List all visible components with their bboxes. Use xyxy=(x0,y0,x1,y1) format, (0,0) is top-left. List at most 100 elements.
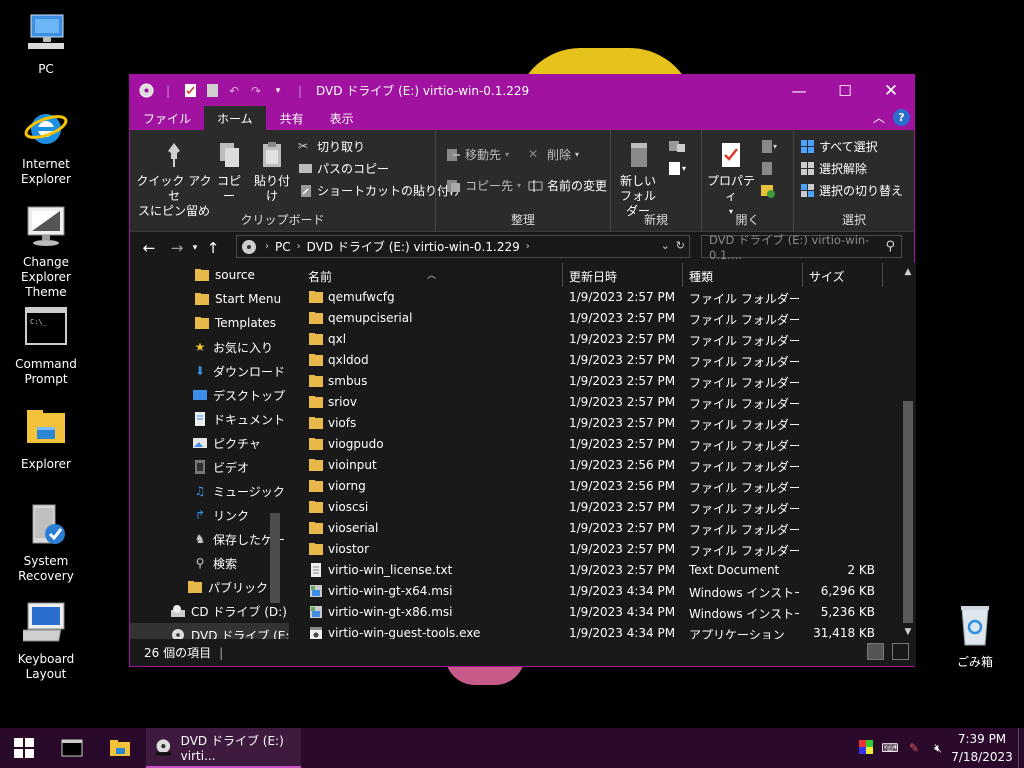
rename-button[interactable]: 名前の変更 xyxy=(528,175,607,195)
table-row[interactable]: qemufwcfg 1/9/2023 2:57 PM ファイル フォルダー xyxy=(289,287,900,308)
open-button[interactable]: ▾ xyxy=(760,136,777,156)
cut-button[interactable]: ✂ 切り取り xyxy=(298,136,365,156)
table-row[interactable]: virtio-win_license.txt 1/9/2023 2:57 PM Te… xyxy=(289,560,900,581)
nav-item[interactable]: ⚲ 検索 xyxy=(130,551,289,575)
delete-button[interactable]: ✕ 削除 ▾ xyxy=(528,144,579,164)
details-view-icon[interactable] xyxy=(867,643,884,660)
column-header-size[interactable]: サイズ xyxy=(809,268,845,285)
address-dropdown-icon[interactable]: ⌄ xyxy=(661,239,670,252)
table-row[interactable]: viorng 1/9/2023 2:56 PM ファイル フォルダー xyxy=(289,476,900,497)
nav-item[interactable]: ビデオ xyxy=(130,455,289,479)
search-input[interactable]: DVD ドライブ (E:) virtio-win-0.1.... ⚲ xyxy=(701,233,902,262)
table-row[interactable]: qxldod 1/9/2023 2:57 PM ファイル フォルダー xyxy=(289,350,900,371)
properties-button[interactable]: プロパティ ▾ xyxy=(704,140,758,219)
table-row[interactable]: vioinput 1/9/2023 2:56 PM ファイル フォルダー xyxy=(289,455,900,476)
nav-item[interactable]: デスクトップ xyxy=(130,383,289,407)
table-row[interactable]: vioscsi 1/9/2023 2:57 PM ファイル フォルダー xyxy=(289,497,900,518)
scroll-up-icon[interactable]: ▲ xyxy=(900,267,916,277)
nav-item[interactable]: ピクチャ xyxy=(130,431,289,455)
collapse-ribbon-icon[interactable]: ︿ xyxy=(873,109,885,126)
desktop-icon-command-prompt[interactable]: C:\_ Command Prompt xyxy=(0,305,92,387)
table-row[interactable]: vioserial 1/9/2023 2:57 PM ファイル フォルダー xyxy=(289,518,900,539)
desktop-icon-internet-explorer[interactable]: Internet Explorer xyxy=(0,105,92,187)
explorer-window[interactable]: | ↶ ↷ ▾ | DVD ドライブ (E:) virtio-win-0.1.2… xyxy=(129,74,916,667)
column-header-date[interactable]: 更新日時 xyxy=(569,268,617,285)
forward-arrow-icon[interactable]: → xyxy=(166,239,188,257)
scroll-down-icon[interactable]: ▼ xyxy=(900,627,916,637)
invert-selection-button[interactable]: 選択の切り替え xyxy=(800,180,903,200)
navigation-pane[interactable]: source Start Menu Templates ★ お気に入り ⬇ ダウンロード デス… xyxy=(130,263,289,641)
back-arrow-icon[interactable]: ← xyxy=(138,239,160,257)
file-list-scrollbar[interactable]: ▲ ▼ xyxy=(900,263,916,641)
table-row[interactable]: viogpudo 1/9/2023 2:57 PM ファイル フォルダー xyxy=(289,434,900,455)
breadcrumb-chevron-icon[interactable]: › xyxy=(265,241,269,252)
desktop-icon-pc[interactable]: PC xyxy=(0,10,92,77)
scrollbar-thumb[interactable] xyxy=(903,401,913,623)
pin-to-quick-access-button[interactable]: クイック アクセ スにピン留め xyxy=(136,140,212,219)
help-icon[interactable]: ? xyxy=(893,109,910,126)
table-row[interactable]: viostor 1/9/2023 2:57 PM ファイル フォルダー xyxy=(289,539,900,560)
move-to-button[interactable]: 移動先 ▾ xyxy=(446,144,509,164)
large-icons-view-icon[interactable] xyxy=(892,643,909,660)
keyboard-icon[interactable]: ⌨ xyxy=(878,741,902,755)
desktop-icon-system-recovery[interactable]: System Recovery xyxy=(0,502,92,584)
maximize-button[interactable]: ☐ xyxy=(822,75,868,106)
start-button[interactable] xyxy=(0,728,48,768)
customize-quick-access-icon[interactable]: ▾ xyxy=(270,83,286,99)
desktop-icon-change-explorer-theme[interactable]: Change Explorer Theme xyxy=(0,203,92,300)
desktop-icon-keyboard-layout[interactable]: Keyboard Layout xyxy=(0,600,92,682)
volume-muted-icon[interactable]: 🔇︎ xyxy=(926,741,950,756)
recent-locations-icon[interactable]: ▾ xyxy=(188,243,202,253)
navigation-pane-scrollbar[interactable] xyxy=(270,513,280,603)
redo-icon[interactable]: ↷ xyxy=(248,83,264,99)
copy-button[interactable]: コピー xyxy=(212,140,246,204)
breadcrumb-dvd-drive[interactable]: DVD ドライブ (E:) virtio-win-0.1.229 xyxy=(307,238,520,255)
nav-item[interactable]: ↱ リンク xyxy=(130,503,289,527)
breadcrumb-chevron-icon[interactable]: › xyxy=(526,241,530,252)
up-arrow-icon[interactable]: ↑ xyxy=(202,239,224,257)
close-button[interactable]: ✕ xyxy=(868,75,914,106)
select-none-button[interactable]: 選択解除 xyxy=(800,158,867,178)
table-row[interactable]: viofs 1/9/2023 2:57 PM ファイル フォルダー xyxy=(289,413,900,434)
new-folder-button[interactable]: 新しい フォルダー xyxy=(615,140,661,219)
select-all-button[interactable]: すべて選択 xyxy=(800,136,878,156)
tab-file[interactable]: ファイル xyxy=(130,106,204,130)
tab-share[interactable]: 共有 xyxy=(266,106,317,130)
new-item-button[interactable] xyxy=(667,136,685,156)
refresh-icon[interactable]: ↻ xyxy=(676,239,685,252)
table-row[interactable]: smbus 1/9/2023 2:57 PM ファイル フォルダー xyxy=(289,371,900,392)
title-bar[interactable]: | ↶ ↷ ▾ | DVD ドライブ (E:) virtio-win-0.1.2… xyxy=(130,75,914,106)
history-button[interactable] xyxy=(760,180,775,200)
nav-item[interactable]: ★ お気に入り xyxy=(130,335,289,359)
table-row[interactable]: qemupciserial 1/9/2023 2:57 PM ファイル フォルダー xyxy=(289,308,900,329)
nav-item[interactable]: ドキュメント xyxy=(130,407,289,431)
properties-quick-icon[interactable] xyxy=(182,83,198,99)
address-bar[interactable]: › PC › DVD ドライブ (E:) virtio-win-0.1.229 … xyxy=(236,235,690,258)
table-row[interactable]: sriov 1/9/2023 2:57 PM ファイル フォルダー xyxy=(289,392,900,413)
easy-access-button[interactable]: ▾ xyxy=(667,158,686,178)
column-header-type[interactable]: 種類 xyxy=(689,268,713,285)
breadcrumb-pc[interactable]: PC xyxy=(275,240,291,254)
file-explorer-taskbar-button[interactable] xyxy=(96,728,144,768)
tab-home[interactable]: ホーム xyxy=(204,106,266,130)
column-header-name[interactable]: 名前 xyxy=(308,268,332,285)
new-folder-quick-icon[interactable] xyxy=(204,83,220,99)
edit-button[interactable] xyxy=(760,158,775,178)
paste-button[interactable]: 貼り付け xyxy=(250,140,294,204)
color-palette-icon[interactable] xyxy=(854,739,878,757)
breadcrumb-chevron-icon[interactable]: › xyxy=(297,241,301,252)
table-row[interactable]: virtio-win-gt-x64.msi 1/9/2023 4:34 PM Win… xyxy=(289,581,900,602)
copy-to-button[interactable]: コピー先 ▾ xyxy=(446,175,521,195)
command-prompt-taskbar-button[interactable] xyxy=(48,728,96,768)
minimize-button[interactable]: — xyxy=(776,75,822,106)
table-row[interactable]: virtio-win-gt-x86.msi 1/9/2023 4:34 PM Win… xyxy=(289,602,900,623)
nav-item[interactable]: ♫ ミュージック xyxy=(130,479,289,503)
tab-view[interactable]: 表示 xyxy=(317,106,367,130)
nav-item[interactable]: ⬇ ダウンロード xyxy=(130,359,289,383)
clock[interactable]: 7:39 PM 7/18/2023 xyxy=(950,730,1014,766)
nav-item[interactable]: ♞ 保存したゲー xyxy=(130,527,289,551)
copy-path-button[interactable]: パスのコピー xyxy=(298,158,389,178)
dvd-drive-icon[interactable] xyxy=(138,83,154,99)
nav-item[interactable]: パブリック xyxy=(130,575,289,599)
nav-item[interactable]: CD ドライブ (D:) xyxy=(130,599,289,623)
